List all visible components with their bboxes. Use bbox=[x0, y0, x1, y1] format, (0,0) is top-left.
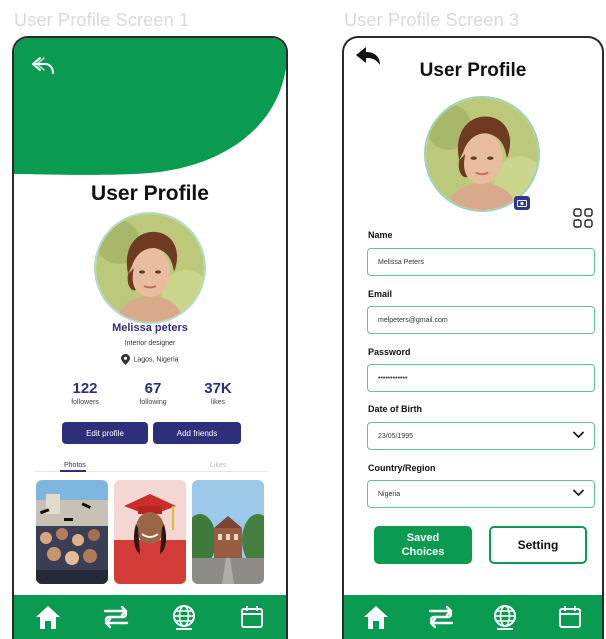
bottom-nav bbox=[14, 595, 286, 639]
photo-graduation-crowd[interactable] bbox=[36, 480, 108, 584]
name-label: Name bbox=[368, 230, 393, 240]
saved-button-line1: Saved bbox=[406, 532, 440, 544]
saved-choices-button[interactable]: Saved Choices bbox=[374, 526, 472, 564]
photo-campus-building[interactable] bbox=[192, 480, 264, 584]
photo-graduate-portrait[interactable] bbox=[114, 480, 186, 584]
profile-name: Melissa peters bbox=[112, 322, 188, 334]
profile-occupation: Interior designer bbox=[124, 340, 176, 347]
tab-likes[interactable]: Likes bbox=[210, 462, 226, 469]
email-label: Email bbox=[368, 289, 393, 299]
page-title: User Profile bbox=[419, 60, 527, 81]
bottom-nav bbox=[344, 595, 602, 639]
name-value: Melissa Peters bbox=[378, 258, 424, 266]
email-field[interactable]: melpeters@gmail.com bbox=[367, 306, 595, 334]
password-label: Password bbox=[368, 347, 411, 357]
stat-value: 67 bbox=[144, 380, 162, 397]
stat-likes[interactable]: 37K likes bbox=[183, 380, 253, 406]
camera-icon[interactable] bbox=[514, 196, 530, 210]
page-title: User Profile bbox=[91, 182, 209, 205]
transfer-icon[interactable] bbox=[426, 602, 456, 632]
home-icon[interactable] bbox=[361, 602, 391, 632]
stat-following[interactable]: 67 following bbox=[118, 380, 188, 406]
profile-avatar[interactable] bbox=[94, 212, 206, 324]
chevron-down-icon bbox=[573, 431, 584, 438]
globe-icon[interactable] bbox=[169, 602, 199, 632]
stat-label: likes bbox=[210, 399, 225, 406]
location-text: Lagos, Nigeria bbox=[133, 356, 179, 364]
dob-value: 23/05/1995 bbox=[378, 432, 414, 440]
profile-screen-1: User Profile Melissa peters Interior des… bbox=[12, 36, 288, 639]
chevron-down-icon bbox=[573, 489, 584, 496]
password-field[interactable]: •••••••••••• bbox=[367, 364, 595, 392]
profile-location: Lagos, Nigeria bbox=[14, 354, 286, 365]
screen1-caption: User Profile Screen 1 bbox=[14, 10, 190, 30]
password-value: •••••••••••• bbox=[378, 374, 408, 382]
profile-screen-3: User Profile Name Melissa Peters Email m… bbox=[342, 36, 604, 639]
profile-avatar[interactable] bbox=[424, 96, 540, 212]
dob-label: Date of Birth bbox=[368, 404, 422, 414]
country-label: Country/Region bbox=[368, 463, 436, 473]
stat-label: following bbox=[139, 399, 167, 406]
stat-label: followers bbox=[71, 399, 99, 406]
stat-value: 37K bbox=[204, 380, 232, 397]
home-icon[interactable] bbox=[33, 602, 63, 632]
photo-image bbox=[114, 480, 186, 584]
photo-image bbox=[36, 480, 108, 584]
avatar-portrait bbox=[426, 98, 538, 210]
add-friends-button[interactable]: Add friends bbox=[153, 422, 241, 444]
back-arrow-icon[interactable] bbox=[30, 54, 56, 76]
country-value: Nigeria bbox=[378, 490, 401, 498]
transfer-icon[interactable] bbox=[101, 602, 131, 632]
edit-profile-button[interactable]: Edit profile bbox=[62, 422, 148, 444]
screen3-caption: User Profile Screen 3 bbox=[344, 10, 520, 30]
location-pin-icon bbox=[121, 354, 131, 365]
avatar-portrait bbox=[96, 214, 204, 322]
country-select[interactable]: Nigeria bbox=[367, 480, 595, 508]
calendar-icon[interactable] bbox=[555, 602, 585, 632]
name-field[interactable]: Melissa Peters bbox=[367, 248, 595, 276]
stat-value: 122 bbox=[72, 380, 98, 397]
email-value: melpeters@gmail.com bbox=[378, 316, 448, 324]
saved-button-line2: Choices bbox=[401, 546, 445, 558]
calendar-icon[interactable] bbox=[237, 602, 267, 632]
tab-active-indicator bbox=[60, 470, 86, 472]
grid-icon[interactable] bbox=[573, 208, 593, 228]
setting-button[interactable]: Setting bbox=[489, 526, 587, 564]
photo-image bbox=[192, 480, 264, 584]
stat-followers[interactable]: 122 followers bbox=[50, 380, 120, 406]
dob-select[interactable]: 23/05/1995 bbox=[367, 422, 595, 450]
globe-icon[interactable] bbox=[490, 602, 520, 632]
tab-photos[interactable]: Photos bbox=[64, 462, 86, 469]
